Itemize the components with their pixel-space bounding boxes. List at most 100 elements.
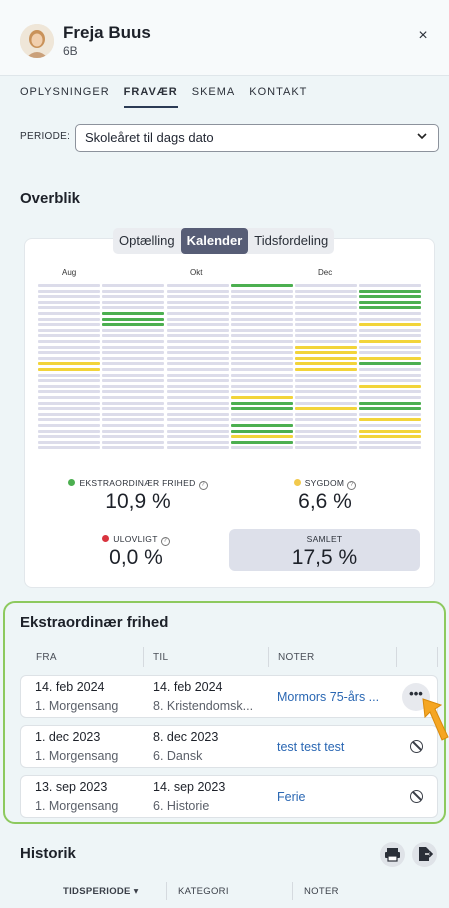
calendar-day bbox=[295, 340, 357, 343]
calendar-day bbox=[38, 340, 100, 343]
calendar-day bbox=[38, 356, 100, 360]
view-tidsfordeling[interactable]: Tidsfordeling bbox=[248, 228, 334, 254]
export-icon[interactable] bbox=[412, 842, 437, 867]
calendar-day bbox=[359, 418, 421, 422]
periode-label: PERIODE: bbox=[20, 131, 71, 142]
tab-skema[interactable]: SKEMA bbox=[192, 86, 236, 108]
calendar-day bbox=[359, 390, 421, 394]
periode-select[interactable]: Skoleåret til dags dato bbox=[75, 124, 439, 152]
calendar-day bbox=[231, 418, 293, 422]
help-icon[interactable]: ? bbox=[198, 481, 208, 490]
calendar-day bbox=[38, 312, 100, 315]
calendar-day bbox=[38, 396, 100, 399]
calendar-day bbox=[167, 418, 229, 422]
calendar-day bbox=[295, 356, 357, 360]
table-row[interactable]: 13. sep 2023 1. Morgensang 14. sep 2023 … bbox=[20, 775, 438, 818]
calendar-day bbox=[102, 412, 164, 416]
calendar-day bbox=[38, 373, 100, 377]
calendar-day bbox=[38, 446, 100, 450]
calendar-day bbox=[102, 390, 164, 394]
stat-ulovligt-label: ULOVLIGT? bbox=[66, 534, 206, 546]
view-optaelling[interactable]: Optælling bbox=[113, 228, 181, 254]
help-icon[interactable]: ? bbox=[160, 537, 170, 546]
fra-lesson: 1. Morgensang bbox=[35, 749, 119, 763]
col-noter-historik[interactable]: NOTER bbox=[304, 886, 339, 897]
table-row[interactable]: 1. dec 2023 1. Morgensang 8. dec 2023 6.… bbox=[20, 725, 438, 768]
yellow-dot-icon bbox=[293, 479, 301, 486]
stat-samlet-value: 17,5 % bbox=[291, 546, 358, 569]
calendar-day bbox=[167, 323, 229, 327]
ban-icon[interactable] bbox=[410, 740, 423, 753]
fra-lesson: 1. Morgensang bbox=[35, 699, 119, 713]
calendar-day bbox=[167, 440, 229, 444]
note-link[interactable]: Ferie bbox=[277, 790, 305, 804]
note-link[interactable]: test test test bbox=[277, 740, 344, 754]
calendar-day bbox=[231, 306, 293, 310]
view-switch: Optælling Kalender Tidsfordeling bbox=[113, 228, 335, 254]
avatar bbox=[20, 24, 54, 58]
col-fra[interactable]: FRA bbox=[36, 652, 57, 663]
calendar-day bbox=[295, 407, 357, 411]
help-icon[interactable]: ? bbox=[347, 481, 357, 490]
col-noter[interactable]: NOTER bbox=[278, 652, 315, 663]
calendar-day bbox=[295, 306, 357, 310]
overview-title: Overblik bbox=[20, 190, 81, 207]
calendar-day bbox=[359, 317, 421, 321]
calendar-day bbox=[359, 312, 421, 315]
calendar-day bbox=[231, 412, 293, 416]
calendar-day bbox=[102, 317, 164, 321]
calendar-column bbox=[359, 284, 421, 452]
calendar-day bbox=[295, 390, 357, 394]
col-divider bbox=[396, 647, 397, 667]
table-row[interactable]: 14. feb 2024 1. Morgensang 14. feb 2024 … bbox=[20, 675, 438, 718]
calendar-day bbox=[38, 300, 100, 304]
calendar-day bbox=[231, 384, 293, 388]
til-lesson: 8. Kristendomsk... bbox=[153, 699, 254, 713]
tab-kontakt[interactable]: KONTAKT bbox=[249, 86, 307, 108]
view-kalender[interactable]: Kalender bbox=[180, 228, 249, 254]
col-divider bbox=[166, 882, 167, 900]
calendar-day bbox=[359, 323, 421, 327]
calendar-day bbox=[231, 334, 293, 338]
close-icon[interactable]: × bbox=[411, 24, 435, 48]
col-tidsperiode[interactable]: TIDSPERIODE ▾ bbox=[63, 886, 139, 897]
calendar-day bbox=[102, 429, 164, 433]
calendar-day bbox=[102, 356, 164, 360]
cursor-arrow-icon bbox=[422, 698, 449, 741]
calendar-day bbox=[359, 300, 421, 304]
tab-oplysninger[interactable]: OPLYSNINGER bbox=[20, 86, 110, 108]
calendar-day bbox=[295, 295, 357, 299]
calendar-day bbox=[167, 407, 229, 411]
calendar-day bbox=[231, 328, 293, 332]
calendar-day bbox=[102, 295, 164, 299]
stat-ekstraordinaer-value: 10,9 % bbox=[105, 490, 171, 513]
historik-title: Historik bbox=[20, 845, 76, 862]
calendar-day bbox=[167, 446, 229, 450]
calendar-day bbox=[167, 300, 229, 304]
print-icon[interactable] bbox=[380, 842, 405, 867]
calendar-day bbox=[102, 446, 164, 450]
col-divider bbox=[437, 647, 438, 667]
calendar-day bbox=[231, 429, 293, 433]
calendar-day bbox=[231, 446, 293, 450]
calendar-day bbox=[38, 412, 100, 416]
fra-date: 1. dec 2023 bbox=[35, 730, 101, 744]
ekstra-title: Ekstraordinær frihed bbox=[20, 614, 169, 631]
calendar-day bbox=[231, 396, 293, 399]
calendar-day bbox=[295, 345, 357, 349]
fra-lesson: 1. Morgensang bbox=[35, 799, 119, 813]
calendar-day bbox=[231, 289, 293, 293]
calendar-day bbox=[167, 424, 229, 427]
calendar-day bbox=[167, 379, 229, 383]
ban-icon[interactable] bbox=[410, 790, 423, 803]
col-kategori[interactable]: KATEGORI bbox=[178, 886, 229, 897]
calendar-day bbox=[295, 312, 357, 315]
calendar-day bbox=[295, 384, 357, 388]
tab-fravaer[interactable]: FRAVÆR bbox=[123, 86, 178, 108]
calendar-day bbox=[102, 340, 164, 343]
note-link[interactable]: Mormors 75-års ... bbox=[277, 690, 379, 704]
red-dot-icon bbox=[102, 535, 110, 542]
col-til[interactable]: TIL bbox=[153, 652, 168, 663]
calendar-day bbox=[38, 284, 100, 287]
calendar-day bbox=[231, 362, 293, 366]
